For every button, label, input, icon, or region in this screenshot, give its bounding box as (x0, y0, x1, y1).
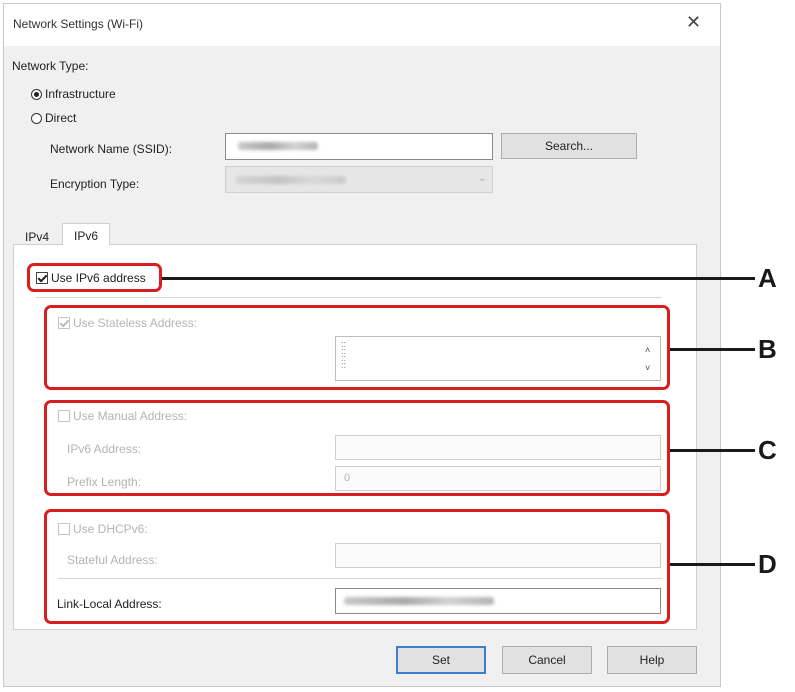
radio-direct[interactable] (31, 113, 42, 124)
leader-line-c (670, 449, 755, 452)
encryption-type-label: Encryption Type: (50, 177, 140, 191)
callout-box-b (44, 305, 670, 390)
annotation-letter-a: A (758, 263, 777, 293)
ssid-input[interactable] (225, 133, 493, 160)
ssid-label: Network Name (SSID): (50, 142, 173, 156)
radio-direct-label[interactable]: Direct (45, 111, 76, 125)
tab-ipv4[interactable]: IPv4 (17, 225, 57, 245)
divider (36, 297, 662, 298)
chevron-down-icon: ⌄ (478, 173, 487, 184)
callout-box-c (44, 400, 670, 496)
dialog-title: Network Settings (Wi-Fi) (13, 17, 144, 31)
annotation-letter-b: B (758, 334, 777, 364)
annotation-letter-c: C (758, 435, 777, 465)
tab-ipv6[interactable]: IPv6 (62, 223, 110, 245)
network-type-label: Network Type: (12, 59, 89, 73)
encryption-redacted-value (236, 176, 346, 184)
leader-line-a (162, 277, 755, 280)
help-button[interactable]: Help (607, 646, 697, 674)
close-icon[interactable]: ✕ (686, 12, 701, 33)
ssid-redacted-value (238, 142, 318, 150)
leader-line-d (670, 563, 755, 566)
radio-infrastructure-label[interactable]: Infrastructure (45, 87, 116, 101)
callout-box-a (27, 263, 162, 292)
callout-box-d (44, 509, 670, 624)
radio-infrastructure[interactable] (31, 89, 42, 100)
title-bar: Network Settings (Wi-Fi) ✕ (4, 4, 720, 46)
encryption-type-select[interactable]: ⌄ (225, 166, 493, 193)
leader-line-b (670, 348, 755, 351)
annotation-letter-d: D (758, 549, 777, 579)
search-button[interactable]: Search... (501, 133, 637, 159)
cancel-button[interactable]: Cancel (502, 646, 592, 674)
set-button[interactable]: Set (396, 646, 486, 674)
